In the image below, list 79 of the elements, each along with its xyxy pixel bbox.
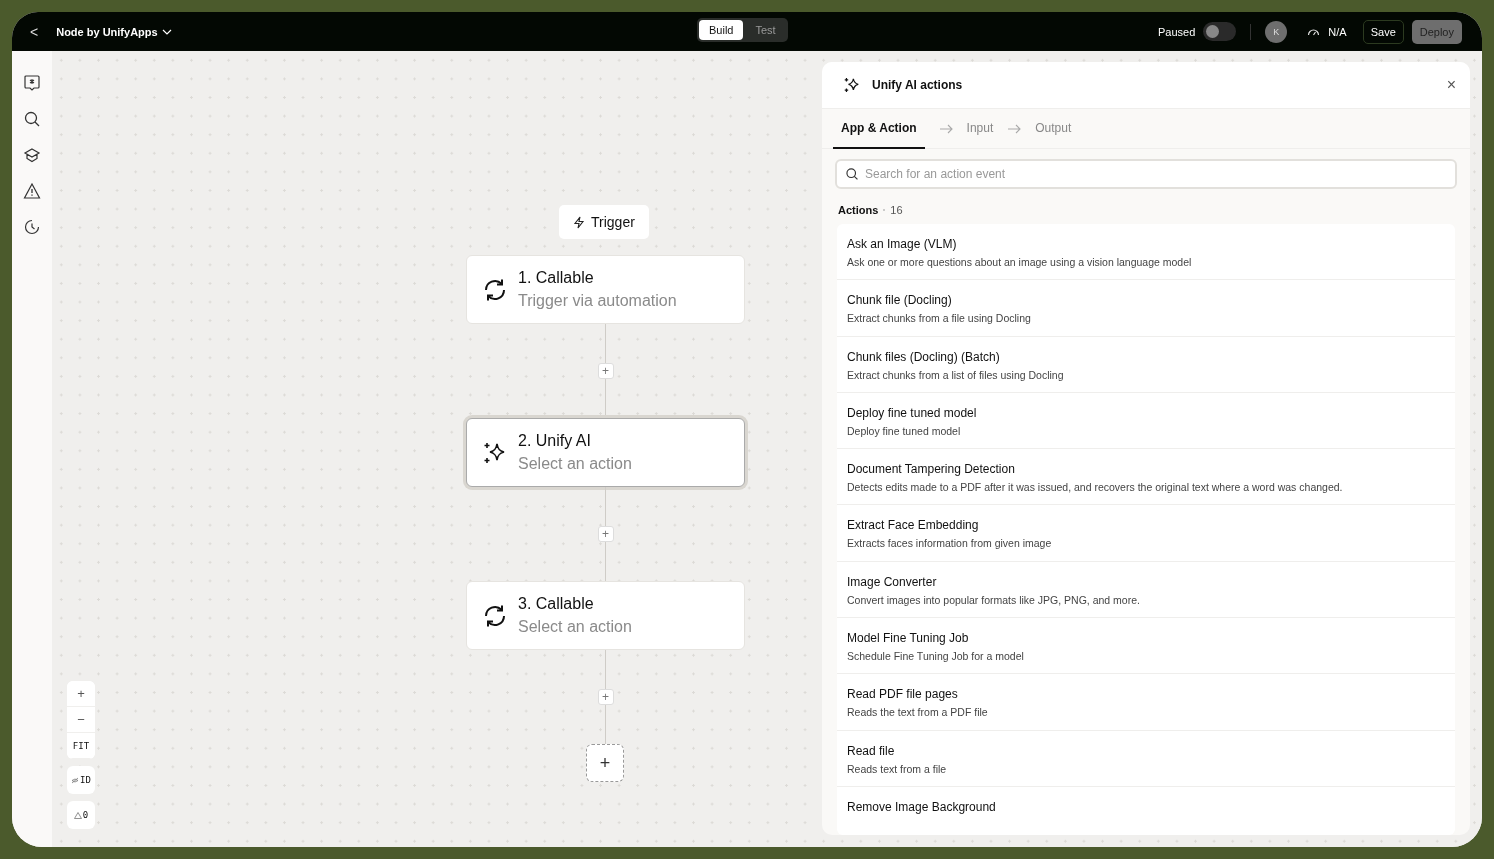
search-field[interactable]: Search for an action event: [835, 159, 1457, 189]
sparkle-icon: [843, 76, 861, 94]
action-description: Schedule Fine Tuning Job for a model: [847, 650, 1025, 663]
paused-label: Paused: [1158, 25, 1196, 38]
action-description: Deploy fine tuned model: [847, 424, 962, 437]
action-description: Extracts faces information from given image: [847, 537, 1053, 550]
action-description: Ask one or more questions about an image using a vision language model: [847, 256, 1193, 268]
action-name: Extract Face Embedding: [847, 518, 980, 533]
graduation-cap-icon[interactable]: [23, 146, 41, 164]
avatar[interactable]: K: [1265, 20, 1288, 43]
action-item[interactable]: Image Converter Convert images into popular formats like JPG, PNG, and more.: [837, 561, 1455, 619]
mode-tab[interactable]: Build: [699, 20, 744, 40]
add-step-button[interactable]: +: [597, 363, 614, 379]
step-node[interactable]: 2. Unify AI Select an action: [466, 418, 745, 487]
eye-off-icon: [71, 776, 80, 784]
action-name: Chunk files (Docling) (Batch): [847, 349, 1001, 364]
status-text: N/A: [1328, 25, 1347, 38]
action-name: Model Fine Tuning Job: [847, 631, 970, 646]
action-item[interactable]: Read file Reads text from a file: [837, 730, 1455, 787]
action-item[interactable]: Deploy fine tuned model Deploy fine tuned model: [837, 392, 1455, 450]
action-item[interactable]: Model Fine Tuning Job Schedule Fine Tuning Job for a model: [837, 618, 1455, 675]
node-subtitle: Select an action: [518, 618, 632, 636]
lightning-icon: [573, 215, 585, 229]
action-name: Deploy fine tuned model: [847, 405, 978, 420]
action-description: Reads the text from a PDF file: [847, 706, 989, 719]
gauge-icon: [1307, 27, 1321, 36]
arrow-icon: [1007, 123, 1022, 134]
action-item[interactable]: Remove Image Background: [837, 786, 1455, 835]
node-title: 3. Callable: [518, 595, 595, 613]
step-node[interactable]: 3. Callable Select an action: [466, 581, 745, 650]
action-name: Document Tampering Detection: [847, 462, 1016, 477]
action-item[interactable]: Chunk files (Docling) (Batch) Extract chunks from a list of files using Docling: [837, 336, 1455, 393]
chevron-icon: [161, 28, 172, 35]
node-title: 2. Unify AI: [518, 432, 592, 450]
step-tab[interactable]: App & Action: [833, 108, 925, 149]
action-description: Extract chunks from a list of files using Docling: [847, 368, 1065, 381]
node-subtitle: Trigger via automation: [518, 292, 677, 310]
action-item[interactable]: Ask an Image (VLM) Ask one or more questions about an image using a vision language model: [837, 224, 1455, 281]
action-item[interactable]: Document Tampering Detection Detects edits made to a PDF after it was issued, and recovers the original text where a word was changed.: [837, 449, 1455, 506]
mode-tab[interactable]: Test: [745, 20, 786, 40]
node-subtitle: Select an action: [518, 455, 632, 473]
action-description: Detects edits made to a PDF after it was issued, and recovers the original text where a word was changed.: [847, 481, 1344, 494]
action-name: Remove Image Background: [847, 799, 997, 814]
action-item[interactable]: Chunk file (Docling) Extract chunks from a file using Docling: [837, 280, 1455, 337]
action-count: 16: [890, 204, 903, 216]
action-name: Image Converter: [847, 574, 938, 589]
action-name: Read PDF file pages: [847, 687, 959, 702]
section-label: Actions: [838, 204, 879, 216]
close-button[interactable]: ×: [1446, 76, 1456, 94]
workflow-title[interactable]: Node by UnifyApps: [56, 25, 172, 38]
action-description: Reads text from a file: [847, 762, 948, 775]
history-icon[interactable]: [23, 218, 41, 236]
toggle-switch[interactable]: [1203, 22, 1237, 41]
arrow-icon: [938, 123, 953, 134]
warning-icon: [73, 811, 82, 819]
action-item[interactable]: Read PDF file pages Reads the text from a PDF file: [837, 674, 1455, 731]
action-description: Extract chunks from a file using Docling: [847, 312, 1032, 325]
panel-title: Unify AI actions: [872, 78, 963, 92]
action-name: Chunk file (Docling): [847, 293, 953, 308]
node-title: 1. Callable: [518, 269, 595, 287]
chat-star-icon[interactable]: [23, 74, 41, 92]
step-node[interactable]: 1. Callable Trigger via automation: [466, 255, 745, 324]
add-step-button[interactable]: +: [597, 526, 614, 542]
action-item[interactable]: Extract Face Embedding Extracts faces information from given image: [837, 505, 1455, 562]
trigger-text: Trigger: [591, 214, 635, 230]
action-description: Convert images into popular formats like JPG, PNG, and more.: [847, 593, 1141, 606]
add-step-button[interactable]: +: [597, 689, 614, 705]
warning-icon[interactable]: [23, 182, 41, 200]
add-node-button[interactable]: +: [586, 744, 624, 782]
trigger-label[interactable]: Trigger: [559, 205, 649, 239]
id-toggle-button[interactable]: ID: [67, 766, 95, 794]
action-name: Read file: [847, 743, 896, 758]
step-tab[interactable]: Input: [966, 108, 994, 149]
back-button[interactable]: <: [30, 23, 39, 40]
save-button[interactable]: Save: [1362, 19, 1404, 44]
action-name: Ask an Image (VLM): [847, 237, 958, 251]
zoom-in-button[interactable]: +: [67, 681, 95, 707]
warnings-button[interactable]: 0: [67, 801, 95, 829]
search-icon[interactable]: [23, 110, 41, 128]
